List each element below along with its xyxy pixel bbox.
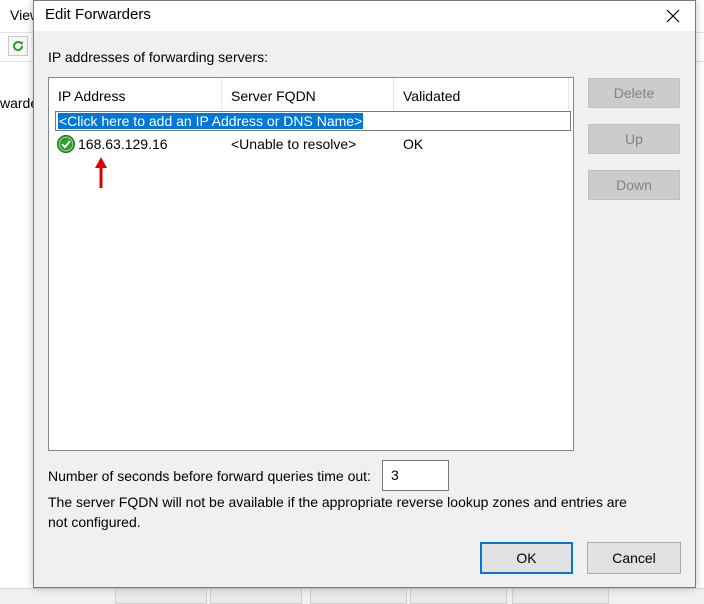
close-icon [666, 9, 680, 23]
timeout-label: Number of seconds before forward queries… [48, 468, 371, 484]
forwarders-section-label: IP addresses of forwarding servers: [48, 49, 268, 65]
status-cell [512, 588, 609, 604]
status-cell [210, 588, 302, 604]
status-cell [410, 588, 507, 604]
dialog-titlebar[interactable]: Edit Forwarders [34, 1, 695, 31]
row-validated: OK [403, 136, 424, 152]
list-header: IP Address Server FQDN Validated [49, 78, 573, 110]
up-button[interactable]: Up [588, 124, 680, 154]
column-header-validated[interactable]: Validated [394, 78, 569, 110]
check-icon [57, 135, 75, 153]
fqdn-note: The server FQDN will not be available if… [48, 494, 627, 530]
row-ip-address: 168.63.129.16 [78, 136, 168, 152]
timeout-input[interactable]: 3 [382, 460, 449, 491]
forwarders-list[interactable]: IP Address Server FQDN Validated <Click … [48, 77, 574, 451]
add-address-prompt[interactable]: <Click here to add an IP Address or DNS … [56, 112, 365, 130]
status-cell [115, 588, 207, 604]
ok-button[interactable]: OK [480, 542, 573, 574]
column-header-server-fqdn[interactable]: Server FQDN [222, 78, 394, 110]
annotation-arrow-icon [95, 157, 107, 188]
row-server-fqdn: <Unable to resolve> [231, 136, 357, 152]
table-row[interactable]: 168.63.129.16 <Unable to resolve> OK [49, 134, 573, 154]
close-button[interactable] [651, 1, 695, 31]
dialog-title: Edit Forwarders [45, 6, 151, 23]
delete-button[interactable]: Delete [588, 78, 680, 108]
down-button[interactable]: Down [588, 170, 680, 200]
cancel-button[interactable]: Cancel [587, 542, 681, 574]
column-header-ip-address[interactable]: IP Address [49, 78, 222, 110]
refresh-icon[interactable] [8, 36, 28, 56]
status-cell [310, 588, 407, 604]
add-address-row[interactable]: <Click here to add an IP Address or DNS … [55, 111, 571, 131]
edit-forwarders-dialog: Edit Forwarders IP addresses of forwardi… [33, 0, 696, 588]
